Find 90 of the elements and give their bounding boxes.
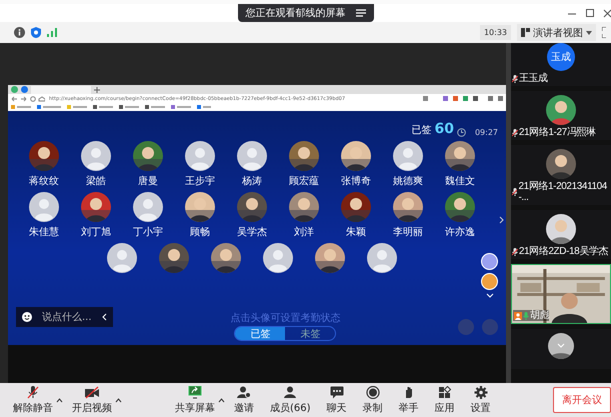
page-time: 09:27 xyxy=(474,128,498,137)
avatar-icon[interactable] xyxy=(133,192,163,222)
avatar-icon[interactable] xyxy=(237,141,267,171)
camera-icon xyxy=(85,386,99,398)
hint-text: 点击头像可设置考勤状态 xyxy=(230,312,340,325)
microphone-icon xyxy=(522,312,529,320)
student-name: 朱颖 xyxy=(346,226,366,239)
banner-text: 您正在观看郁线的屏幕 xyxy=(246,6,346,20)
settings-icon xyxy=(474,386,488,398)
avatar-icon[interactable] xyxy=(81,141,111,171)
muted-microphone-icon xyxy=(512,74,518,82)
student-name: 顾宏蕴 xyxy=(289,174,319,188)
toolbar-button[interactable]: 邀请 xyxy=(231,386,257,414)
initials-avatar: 玉成 xyxy=(546,43,575,71)
chevron-down-icon[interactable] xyxy=(486,293,494,298)
microphone-icon xyxy=(26,386,40,398)
student-name: 唐曼 xyxy=(138,174,158,188)
layout-icon xyxy=(521,28,530,37)
chat-input[interactable]: 说点什么... xyxy=(16,307,113,327)
muted-microphone-icon xyxy=(512,128,518,136)
caret-icon[interactable] xyxy=(218,398,225,402)
avatar-icon[interactable] xyxy=(107,243,137,273)
video-tile[interactable]: 21网络1-2021341104-... xyxy=(510,145,611,205)
chat-placeholder: 说点什么... xyxy=(42,310,92,324)
collapse-icon[interactable] xyxy=(102,313,107,321)
student-name: 梁皓 xyxy=(86,174,106,188)
menu-icon[interactable] xyxy=(356,9,366,17)
toolbar-button[interactable]: 举手 xyxy=(396,386,422,414)
student-name: 许亦逸 xyxy=(445,226,475,239)
close-icon[interactable] xyxy=(603,8,611,18)
student-name: 张博奇 xyxy=(341,174,371,188)
toolbar-button[interactable]: 开启视频 xyxy=(69,386,115,414)
student-name: 丁小宇 xyxy=(133,226,163,239)
avatar-icon[interactable] xyxy=(185,141,215,171)
avatar-icon[interactable] xyxy=(393,141,423,171)
student-name: 刘洋 xyxy=(294,226,314,239)
emoji-icon[interactable] xyxy=(22,312,32,322)
avatar-icon[interactable] xyxy=(263,243,293,273)
toolbar-button[interactable]: 录制 xyxy=(360,386,386,414)
round-button[interactable] xyxy=(481,253,498,270)
student-name: 姚德爽 xyxy=(393,174,423,188)
muted-microphone-icon xyxy=(512,248,518,256)
caret-icon[interactable] xyxy=(56,398,63,402)
record-icon xyxy=(366,386,380,398)
toolbar-button[interactable]: 共享屏幕 xyxy=(172,386,218,414)
student-name: 魏佳文 xyxy=(445,174,475,188)
video-tile[interactable]: 21网络2ZD-18吴学杰 xyxy=(510,210,611,259)
navigation-icon[interactable] xyxy=(11,96,45,102)
clock-icon xyxy=(456,128,466,137)
student-name: 蒋纹纹 xyxy=(29,174,59,188)
video-tile[interactable]: 玉成 王玉成 xyxy=(510,43,611,86)
student-name: 朱佳慧 xyxy=(29,226,59,239)
signed-label: 已签 xyxy=(411,124,432,137)
toolbar-button[interactable]: 成员(66) xyxy=(267,386,314,414)
muted-microphone-icon xyxy=(512,188,518,196)
signed-count: 60 xyxy=(434,122,454,137)
caret-icon xyxy=(586,30,592,34)
toolbar-button[interactable]: 设置 xyxy=(468,386,494,414)
toolbar-button[interactable]: 应用 xyxy=(432,386,458,414)
leave-meeting-button[interactable]: 离开会议 xyxy=(553,387,611,413)
participant-name-tag: 胡彪 xyxy=(512,310,550,321)
student-name: 李明丽 xyxy=(393,226,423,239)
student-name: 顾畅 xyxy=(190,226,210,239)
avatar-icon[interactable] xyxy=(367,243,397,273)
new-tab-icon[interactable] xyxy=(94,86,100,92)
round-button[interactable] xyxy=(481,273,498,290)
video-tile[interactable]: 21网络1-27冯熙琳 xyxy=(510,91,611,140)
student-name: 刘丁旭 xyxy=(81,226,111,239)
meeting-time: 10:33 xyxy=(480,25,511,40)
video-tile[interactable]: 胡彪 xyxy=(510,264,611,324)
chat-icon xyxy=(330,386,344,398)
screen-share-icon xyxy=(188,386,202,398)
student-name: 杨涛 xyxy=(242,174,262,188)
student-name: 吴学杰 xyxy=(237,226,267,239)
shield-icon[interactable] xyxy=(31,27,41,38)
attendance-tab[interactable]: 未签 xyxy=(285,327,336,340)
attendance-tab[interactable]: 已签 xyxy=(235,327,286,340)
student-name: 王步宇 xyxy=(185,174,215,188)
avatar-icon[interactable] xyxy=(29,192,59,222)
participant-name-tag: 21网络2ZD-18吴学杰 xyxy=(510,246,611,257)
caret-icon[interactable] xyxy=(115,398,122,402)
toolbar-button[interactable]: 解除静音 xyxy=(10,386,56,414)
maximize-icon[interactable] xyxy=(585,8,595,18)
chevron-right-icon[interactable] xyxy=(499,216,504,224)
info-icon[interactable] xyxy=(14,27,25,38)
add-person-icon xyxy=(237,386,251,398)
toolbar-button[interactable]: 聊天 xyxy=(324,386,350,414)
apps-icon xyxy=(438,386,452,398)
person-icon xyxy=(283,386,298,398)
view-button[interactable]: 演讲者视图 xyxy=(517,24,596,41)
